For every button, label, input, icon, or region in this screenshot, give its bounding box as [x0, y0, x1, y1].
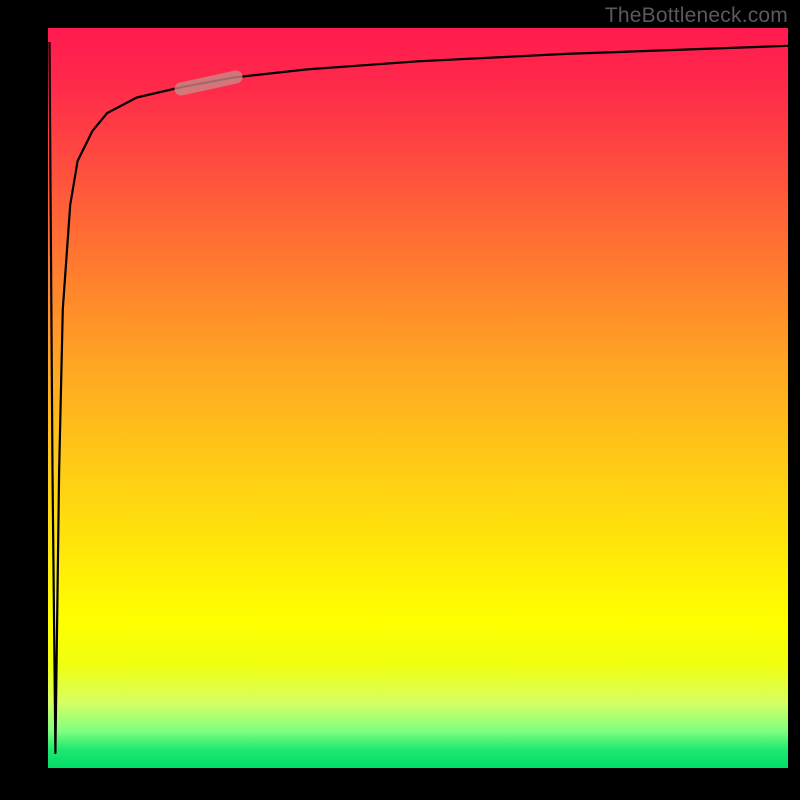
- attribution-text: TheBottleneck.com: [605, 4, 788, 28]
- y-axis-band: [0, 0, 48, 800]
- curve-layer: [48, 28, 788, 768]
- highlight-segment: [181, 77, 236, 89]
- bottleneck-curve: [50, 42, 789, 753]
- chart-container: [48, 28, 788, 768]
- x-axis-band: [0, 768, 800, 800]
